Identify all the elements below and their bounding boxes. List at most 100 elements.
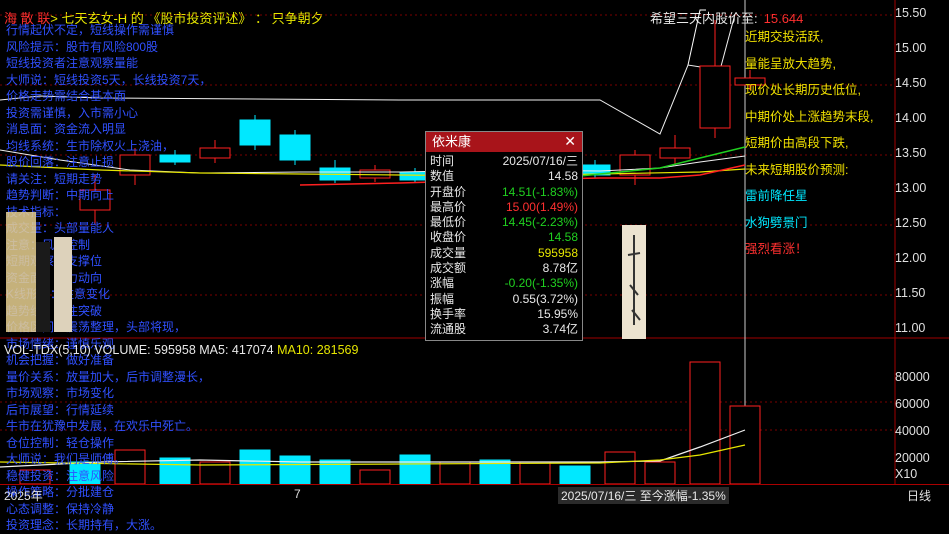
popup-row: 成交量 595958 (426, 246, 582, 261)
overlay-note: 请关注：短期走势 (6, 171, 103, 186)
popup-row-value: 8.78亿 (542, 261, 578, 276)
price-axis: 15.50 15.00 14.50 14.00 13.50 13.00 12.50 12.00… (895, 6, 943, 336)
popup-row-key: 成交额 (430, 261, 467, 276)
popup-row-value: 14.51(-1.83%) (501, 184, 578, 199)
popup-row-value: 15.00(1.49%) (505, 199, 578, 214)
popup-row: 时间 2025/07/16/三 (426, 154, 582, 169)
price-tick: 15.50 (895, 6, 927, 20)
commentary-line: 现价处长期历史低位, (745, 83, 861, 97)
volume-axis: 80000 60000 40000 20000 X10 (895, 370, 943, 485)
popup-row-value: 0.55(3.72%) (512, 291, 578, 306)
popup-row-key: 最高价 (430, 199, 467, 214)
volume-bar (644, 461, 676, 485)
volume-tick: 80000 (895, 370, 930, 384)
popup-rows: 时间 2025/07/16/三 数值 14.58 开盘价 14.51(-1.83%) 最高价… (426, 152, 582, 338)
overlay-note: 仓位控制：轻仓操作 (6, 435, 115, 450)
overlay-note: 稳健投资：注意风险 (6, 468, 115, 483)
volume-tick: 60000 (895, 397, 930, 411)
popup-row: 最高价 15.00(1.49%) (426, 200, 582, 215)
price-tick: 11.50 (895, 286, 926, 300)
popup-row-value: 595958 (537, 245, 578, 260)
volume-label: VOL-TDX(5,10) VOLUME: 595958 MA5: 417074… (4, 343, 358, 357)
popup-row: 涨幅 -0.20(-1.35%) (426, 276, 582, 291)
decoration-strip (6, 212, 72, 332)
popup-row-key: 涨幅 (430, 276, 455, 291)
quote-popup[interactable]: 依米康 ✕ 时间 2025/07/16/三 数值 14.58 开盘价 14.51(-1.8… (425, 131, 583, 341)
popup-row-key: 时间 (430, 154, 455, 168)
popup-row-value: 3.74亿 (542, 322, 578, 337)
candle-body (659, 147, 691, 159)
overlay-note: 均线系统：生市除权火上浇油， (6, 138, 175, 153)
overlay-note: 短线投资者注意观察量能 (6, 56, 139, 70)
popup-row-value: -0.20(-1.35%) (504, 276, 578, 291)
popup-row-key: 开盘价 (430, 184, 467, 199)
price-tick: 15.00 (895, 41, 927, 55)
popup-row-key: 数值 (430, 169, 455, 184)
popup-row: 开盘价 14.51(-1.83%) (426, 185, 582, 200)
overlay-note: 后市展望：行情延续 (6, 402, 115, 417)
overlay-note: 投资理念：长期持有，大涨。 (6, 518, 163, 532)
cursor-date: 2025/07/16/三 至今涨幅-1.35% (558, 487, 729, 504)
price-tick: 14.00 (895, 111, 927, 125)
price-tick: 13.00 (895, 181, 927, 195)
volume-indicator: VOL-TDX(5,10) (4, 343, 91, 357)
overlay-note: 消息面：资金流入明显 (6, 122, 127, 136)
volume-tick: 40000 (895, 424, 930, 438)
commentary-panel: 近期交投活跃, 量能呈放大趋势, 现价处长期历史低位, 中期价处上涨趋势末段, 短期价由… (745, 26, 875, 265)
popup-row: 收盘价 14.58 (426, 230, 582, 245)
close-icon[interactable]: ✕ (564, 133, 576, 150)
popup-row-key: 收盘价 (430, 230, 467, 245)
price-tick: 12.00 (895, 251, 927, 265)
overlay-note: 行情起伏不定，短线操作需谨慎 (6, 23, 175, 37)
volume-bar (604, 451, 636, 485)
popup-row-key: 最低价 (430, 215, 467, 230)
overlay-note: 大师说：我们是师傅。 (6, 452, 127, 466)
popup-row-value: 15.95% (537, 306, 578, 321)
popup-title: 依米康 (426, 132, 582, 152)
commentary-line: 近期交投活跃, (745, 30, 824, 44)
popup-row: 数值 14.58 (426, 169, 582, 184)
volume-ma10: MA10: 281569 (277, 343, 359, 357)
overlay-note: 大师说：短线投资5天，长线投资7天， (6, 72, 212, 87)
popup-row: 流通股 3.74亿 (426, 322, 582, 337)
volume-bar (439, 461, 471, 485)
candle-body (699, 65, 731, 129)
popup-row-key: 流通股 (430, 322, 467, 337)
time-axis: 2025年 7 2025/07/16/三 至今涨幅-1.35% 日线 (0, 484, 949, 504)
popup-row: 最低价 14.45(-2.23%) (426, 215, 582, 230)
candle-body (359, 169, 391, 179)
price-tick: 13.50 (895, 146, 927, 160)
popup-row-value: 2025/07/16/三 (502, 154, 578, 168)
axis-month: 7 (294, 487, 301, 501)
volume-bar (519, 461, 551, 485)
commentary-line: 雷前降任星 (745, 189, 808, 203)
popup-row-key: 成交量 (430, 245, 467, 260)
price-tick: 14.50 (895, 76, 927, 90)
overlay-note: 牛市在犹豫中发展，在欢乐中死亡。 (6, 419, 199, 433)
commentary-line: 短期价由高段下跌, (745, 136, 849, 150)
volume-tick: 20000 (895, 451, 930, 465)
calligraphy-image (622, 225, 646, 339)
commentary-line: 强烈看涨！ (745, 242, 808, 256)
overlay-note: 趋势判断：中期向上 (6, 188, 115, 202)
popup-row-value: 14.45(-2.23%) (501, 215, 578, 230)
popup-row-key: 振幅 (430, 291, 455, 306)
overlay-note: 量价关系：放量加大，后市调整漫长， (6, 369, 211, 384)
price-tick: 12.50 (895, 216, 927, 230)
volume-unit: X10 (895, 467, 918, 481)
volume-bar (399, 454, 431, 485)
overlay-note: 投资需谨慎，入市需小心 (6, 105, 139, 120)
popup-row: 成交额 8.78亿 (426, 261, 582, 276)
commentary-line: 中期价处上涨趋势末段, (745, 109, 874, 124)
popup-row-value: 14.58 (547, 230, 578, 245)
volume-bar (559, 465, 591, 485)
period-label[interactable]: 日线 (907, 487, 931, 504)
overlay-note: 价格走势需结合基本面 (6, 89, 127, 103)
overlay-note: 风险提示：股市有风险800股 (6, 39, 159, 54)
axis-start: 2025年 (4, 489, 43, 503)
volume-ma5: MA5: 417074 (199, 343, 274, 357)
commentary-line: 未来短期股价预测: (745, 162, 849, 177)
popup-row: 振幅 0.55(3.72%) (426, 292, 582, 307)
price-tick: 11.00 (895, 321, 926, 335)
commentary-line: 量能呈放大趋势, (745, 56, 836, 71)
